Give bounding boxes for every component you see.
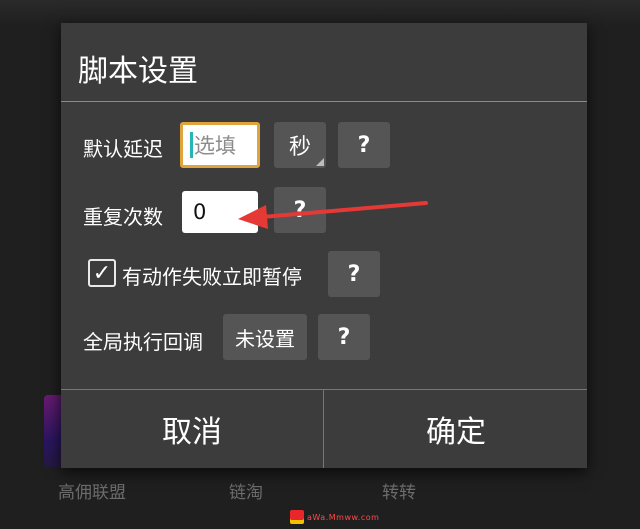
script-settings-dialog: 脚本设置 默认延迟 选填 秒 ? 重复次数 0 ? ✓ 有动作失败立即暂停 ? …: [61, 23, 587, 468]
watermark-logo-icon: [290, 510, 304, 524]
repeat-count-label: 重复次数: [83, 205, 163, 229]
global-callback-button[interactable]: 未设置: [223, 314, 307, 360]
pause-on-failure-label: 有动作失败立即暂停: [122, 265, 302, 289]
repeat-count-help-button[interactable]: ?: [274, 187, 326, 233]
dropdown-corner-icon: [316, 158, 324, 166]
pause-on-failure-help-button[interactable]: ?: [328, 251, 380, 297]
background-tab-gaoyong: 高佣联盟: [58, 483, 126, 503]
global-callback-help-button[interactable]: ?: [318, 314, 370, 360]
repeat-count-value: 0: [193, 200, 207, 224]
watermark-text: aWa.Mmww.com: [307, 512, 380, 522]
action-row-separator: [323, 390, 324, 468]
delay-unit-dropdown[interactable]: 秒: [274, 122, 326, 168]
title-divider: [61, 101, 587, 102]
background-tab-zhuanzhuan: 转转: [382, 483, 416, 503]
background-tab-liantao: 链淘: [229, 483, 263, 503]
cancel-button[interactable]: 取消: [61, 390, 323, 468]
background-tab-bar: 高佣联盟 链淘 转转: [0, 478, 640, 508]
default-delay-placeholder: 选填: [194, 134, 236, 158]
repeat-count-input[interactable]: 0: [182, 191, 258, 233]
default-delay-label: 默认延迟: [83, 137, 163, 161]
watermark: aWa.Mmww.com: [290, 508, 379, 526]
text-cursor: [190, 132, 193, 158]
dialog-title: 脚本设置: [78, 54, 198, 89]
checkmark-icon: ✓: [92, 260, 112, 286]
global-callback-label: 全局执行回调: [83, 330, 203, 354]
default-delay-input[interactable]: 选填: [180, 122, 260, 168]
default-delay-help-button[interactable]: ?: [338, 122, 390, 168]
confirm-button[interactable]: 确定: [325, 390, 587, 468]
delay-unit-label: 秒: [288, 135, 311, 160]
pause-on-failure-checkbox[interactable]: ✓: [88, 259, 116, 287]
